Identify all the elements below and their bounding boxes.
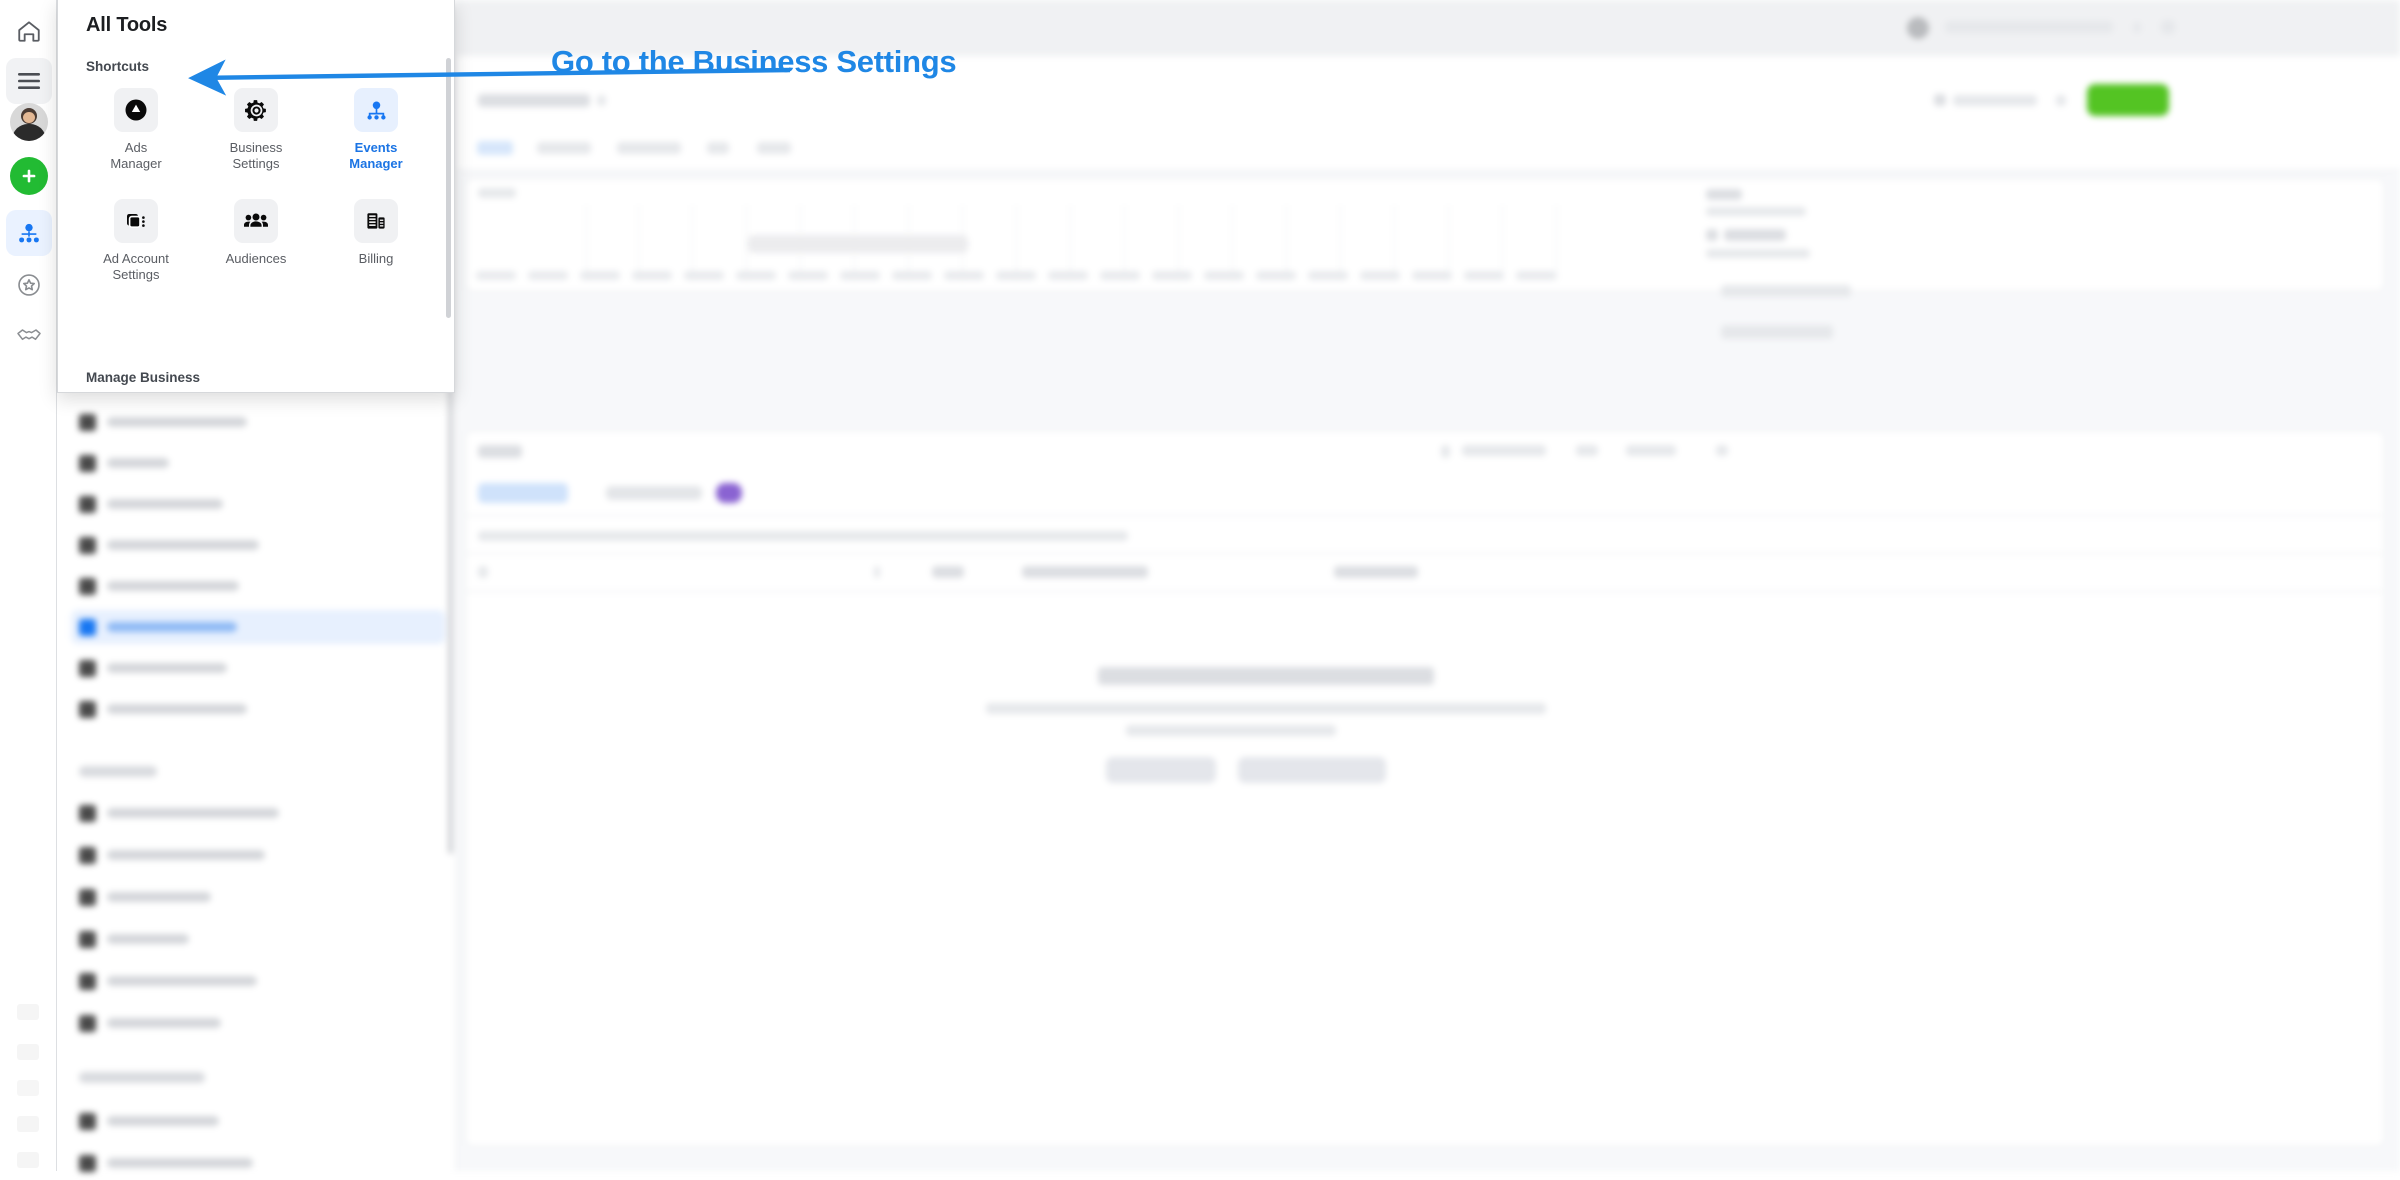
list-item[interactable] bbox=[71, 1146, 451, 1180]
chart-empty-message bbox=[748, 235, 968, 253]
events-table-card bbox=[465, 430, 2385, 1147]
rail-icon-blurred[interactable] bbox=[17, 1004, 39, 1020]
shortcut-ad-account-settings[interactable]: Ad Account Settings bbox=[76, 199, 196, 283]
shortcut-label: Audiences bbox=[225, 251, 287, 266]
overview-chart-card bbox=[465, 178, 2385, 292]
column-header bbox=[1022, 566, 1148, 578]
list-item[interactable] bbox=[71, 692, 451, 726]
shortcut-label: Events Manager bbox=[349, 140, 403, 171]
empty-state-title bbox=[1098, 667, 1434, 685]
filter-tab[interactable] bbox=[606, 486, 702, 500]
panel-scrollbar[interactable] bbox=[446, 58, 451, 318]
column-header bbox=[874, 566, 880, 578]
shortcuts-row-1: Ads Manager Business Settings Events Man… bbox=[76, 88, 436, 172]
column-header bbox=[478, 566, 488, 578]
user-avatar[interactable] bbox=[10, 103, 48, 141]
manage-business-section-label: Manage Business bbox=[86, 370, 201, 385]
column-header bbox=[1334, 566, 1418, 578]
shortcut-business-settings[interactable]: Business Settings bbox=[196, 88, 316, 172]
handshake-icon[interactable] bbox=[6, 312, 52, 358]
list-item[interactable] bbox=[71, 569, 451, 603]
tab[interactable] bbox=[757, 142, 791, 154]
shortcut-billing[interactable]: Billing bbox=[316, 199, 436, 283]
tab[interactable] bbox=[537, 142, 591, 154]
gear-icon bbox=[234, 88, 278, 132]
shortcuts-section-label: Shortcuts bbox=[86, 59, 150, 74]
rail-icon-blurred[interactable] bbox=[17, 1080, 39, 1096]
hamburger-menu-icon[interactable] bbox=[6, 58, 52, 104]
rail-icon-blurred[interactable] bbox=[17, 1044, 39, 1060]
shortcuts-row-2: Ad Account Settings Audiences Billing bbox=[76, 199, 436, 283]
filter-tab-active[interactable] bbox=[478, 483, 568, 503]
shortcut-label: Ad Account Settings bbox=[103, 251, 169, 282]
list-item-selected[interactable] bbox=[71, 610, 445, 644]
star-badge-icon[interactable] bbox=[6, 262, 52, 308]
chart-title bbox=[478, 188, 516, 198]
table-hint bbox=[478, 531, 1128, 541]
shortcut-audiences[interactable]: Audiences bbox=[196, 199, 316, 283]
list-item[interactable] bbox=[71, 922, 451, 956]
events-manager-icon bbox=[354, 88, 398, 132]
main-content bbox=[457, 0, 2400, 1171]
annotation-text: Go to the Business Settings bbox=[551, 44, 957, 79]
list-item[interactable] bbox=[71, 487, 451, 521]
create-plus-icon[interactable] bbox=[10, 157, 48, 195]
empty-state-button[interactable] bbox=[1106, 757, 1216, 783]
list-item[interactable] bbox=[71, 1104, 451, 1138]
audiences-icon bbox=[234, 199, 278, 243]
ads-manager-icon bbox=[114, 88, 158, 132]
column-header bbox=[932, 566, 964, 578]
page-title bbox=[478, 94, 590, 107]
shortcut-events-manager[interactable]: Events Manager bbox=[316, 88, 436, 172]
shortcut-label: Business Settings bbox=[229, 140, 283, 171]
shortcut-ads-manager[interactable]: Ads Manager bbox=[76, 88, 196, 172]
left-icon-rail[interactable] bbox=[0, 0, 57, 1171]
section-title bbox=[478, 445, 522, 458]
list-item[interactable] bbox=[71, 838, 451, 872]
shortcut-label: Billing bbox=[358, 251, 394, 266]
empty-state-text bbox=[1126, 725, 1336, 736]
list-item[interactable] bbox=[71, 796, 451, 830]
primary-cta-button[interactable] bbox=[2087, 84, 2169, 116]
list-item[interactable] bbox=[71, 528, 451, 562]
panel-title: All Tools bbox=[86, 14, 168, 36]
rail-icon-blurred[interactable] bbox=[17, 1116, 39, 1132]
rail-icon-blurred[interactable] bbox=[17, 1152, 39, 1168]
billing-icon bbox=[354, 199, 398, 243]
status-badge bbox=[716, 483, 742, 503]
list-item[interactable] bbox=[71, 880, 451, 914]
empty-state-button[interactable] bbox=[1238, 757, 1386, 783]
all-tools-panel[interactable]: All Tools Shortcuts Ads Manager Business… bbox=[57, 0, 455, 393]
home-icon[interactable] bbox=[6, 8, 52, 54]
list-item[interactable] bbox=[71, 1006, 451, 1040]
ad-account-settings-icon bbox=[114, 199, 158, 243]
events-manager-icon[interactable] bbox=[6, 210, 52, 256]
list-item[interactable] bbox=[71, 446, 451, 480]
list-item[interactable] bbox=[71, 651, 451, 685]
empty-state-text bbox=[986, 703, 1546, 714]
list-item[interactable] bbox=[71, 964, 451, 998]
tab[interactable] bbox=[707, 142, 729, 154]
tab-bar[interactable] bbox=[457, 130, 2400, 171]
avatar[interactable] bbox=[1907, 17, 1929, 39]
list-item[interactable] bbox=[71, 405, 451, 439]
tab-active[interactable] bbox=[477, 141, 513, 155]
tab[interactable] bbox=[617, 142, 681, 154]
shortcut-label: Ads Manager bbox=[110, 140, 162, 171]
shortcuts-grid: Ads Manager Business Settings Events Man… bbox=[76, 88, 436, 283]
